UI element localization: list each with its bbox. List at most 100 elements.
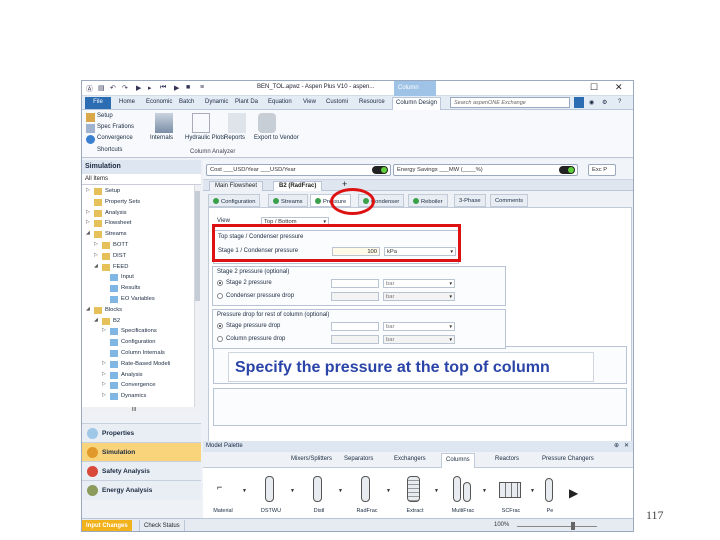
palette-item-material[interactable]: ⌐ Material ▼ [205, 474, 247, 516]
palette-pin-icon[interactable]: ⊕ [614, 442, 619, 449]
cost-switch-icon[interactable] [372, 166, 388, 174]
tab-configuration[interactable]: Configuration [208, 194, 261, 207]
tree-expander-icon[interactable]: ▷ [102, 360, 106, 366]
tab-dynamic[interactable]: Dynamic [205, 99, 228, 105]
tree-expander-icon[interactable]: ▷ [86, 209, 90, 215]
tree-expander-icon[interactable]: ◢ [86, 230, 90, 236]
tab-file[interactable]: File [85, 97, 111, 109]
condenser-drop-radio[interactable] [217, 293, 223, 299]
palette-tab-mixers[interactable]: Mixers/Splitters [291, 456, 332, 462]
tree-expander-icon[interactable]: ▷ [94, 252, 98, 258]
ribbon-reports[interactable]: Reports [224, 135, 245, 141]
nav-properties[interactable]: Properties [82, 423, 201, 443]
tree-expander-icon[interactable]: ▷ [94, 241, 98, 247]
stop-icon[interactable]: ■ [186, 84, 190, 91]
add-tab-button[interactable]: + [337, 178, 352, 189]
tree-expander-icon[interactable]: ▷ [86, 219, 90, 225]
stage-2-pressure-radio[interactable] [217, 280, 223, 286]
menu-icon[interactable]: ≡ [200, 84, 204, 91]
save-icon[interactable]: ▤ [98, 84, 105, 92]
next-icon[interactable]: ▸ [148, 84, 152, 92]
help-question-icon[interactable]: ? [618, 99, 621, 105]
tree-expander-icon[interactable]: ◢ [94, 263, 98, 269]
tree-hscrollbar[interactable]: III [82, 407, 201, 414]
tree-expander-icon[interactable]: ▷ [102, 381, 106, 387]
tree-expander-icon[interactable]: ▷ [102, 392, 106, 398]
zoom-slider-thumb[interactable] [571, 522, 575, 530]
reset-icon[interactable]: ⏮ [160, 84, 166, 92]
tree-expander-icon[interactable]: ▷ [86, 187, 90, 193]
step-icon[interactable]: ▶ [174, 84, 179, 92]
tab-plant-data[interactable]: Plant Da [235, 99, 258, 105]
ribbon-setup[interactable]: Setup [97, 113, 113, 119]
tab-batch[interactable]: Batch [179, 99, 194, 105]
help-icon[interactable]: ◉ [589, 99, 594, 106]
palette-tab-exchangers[interactable]: Exchangers [394, 456, 426, 462]
column-drop-input[interactable] [331, 335, 379, 344]
tab-streams[interactable]: Streams [268, 194, 308, 207]
check-status-button[interactable]: Check Status [139, 520, 185, 531]
stage-drop-input[interactable] [331, 322, 379, 331]
ribbon-internals[interactable]: Internals [150, 135, 173, 141]
palette-tab-reactors[interactable]: Reactors [495, 456, 519, 462]
tab-home[interactable]: Home [119, 99, 135, 105]
energy-switch-icon[interactable] [559, 166, 575, 174]
palette-next-icon[interactable]: ▶ [569, 486, 578, 500]
tab-column-design[interactable]: Column Design [392, 97, 442, 110]
chevron-down-icon[interactable]: ▼ [290, 488, 295, 494]
energy-toggle[interactable]: Energy Savings ___MW (____%) [393, 164, 578, 176]
column-drop-radio[interactable] [217, 336, 223, 342]
tree-scroll-thumb[interactable] [195, 191, 200, 301]
palette-tab-columns[interactable]: Columns [441, 453, 475, 468]
tab-comments[interactable]: Comments [490, 194, 529, 207]
close-button[interactable]: ✕ [615, 82, 623, 93]
chevron-down-icon[interactable]: ▼ [482, 488, 487, 494]
tree-expander-icon[interactable]: ▷ [102, 327, 106, 333]
doc-tab-main-flowsheet[interactable]: Main Flowsheet [209, 181, 264, 191]
nav-filter[interactable]: All Items [82, 174, 201, 185]
condenser-drop-input[interactable] [331, 292, 379, 301]
palette-tab-pressure-changers[interactable]: Pressure Changers [542, 456, 594, 462]
chevron-down-icon[interactable]: ▼ [434, 488, 439, 494]
search-icon[interactable] [574, 97, 584, 108]
chevron-down-icon[interactable]: ▼ [530, 488, 535, 494]
stage-drop-unit[interactable]: bar [383, 322, 455, 331]
chevron-down-icon[interactable]: ▼ [242, 488, 247, 494]
palette-item-scfrac[interactable]: SCFrac ▼ [493, 474, 535, 516]
palette-item-distl[interactable]: Distl ▼ [301, 474, 343, 516]
chevron-down-icon[interactable]: ▼ [386, 488, 391, 494]
nav-safety-analysis[interactable]: Safety Analysis [82, 461, 201, 481]
palette-item-dstwu[interactable]: DSTWU ▼ [253, 474, 295, 516]
input-changes-status[interactable]: Input Changes [82, 520, 132, 531]
tab-3-phase[interactable]: 3-Phase [454, 194, 486, 207]
palette-item-radfrac[interactable]: RadFrac ▼ [349, 474, 391, 516]
cost-toggle[interactable]: Cost ___USD/Year ___USD/Year [206, 164, 391, 176]
nav-energy-analysis[interactable]: Energy Analysis [82, 480, 201, 500]
nav-simulation[interactable]: Simulation [82, 442, 201, 462]
tab-economic[interactable]: Economic [146, 99, 172, 105]
zoom-slider-track[interactable] [517, 526, 597, 527]
ribbon-export-vendor[interactable]: Export to Vendor [254, 135, 299, 141]
restore-button[interactable]: ☐ [590, 82, 598, 93]
tab-customize[interactable]: Customi [326, 99, 348, 105]
ribbon-convergence[interactable]: Convergence [97, 135, 133, 141]
palette-tab-separators[interactable]: Separators [344, 456, 373, 462]
settings-icon[interactable]: ⚙ [602, 99, 607, 106]
palette-item-multifrac[interactable]: MultiFrac ▼ [445, 474, 487, 516]
stage-2-pressure-unit[interactable]: bar [383, 279, 455, 288]
palette-item-extract[interactable]: Extract ▼ [397, 474, 439, 516]
condenser-drop-unit[interactable]: bar [383, 292, 455, 301]
tab-view[interactable]: View [303, 99, 316, 105]
ribbon-spec-frations[interactable]: Spec Frations [97, 124, 134, 130]
stage-2-pressure-input[interactable] [331, 279, 379, 288]
chevron-down-icon[interactable]: ▼ [338, 488, 343, 494]
exchanger-toggle[interactable]: Exc P [588, 164, 616, 176]
column-drop-unit[interactable]: bar [383, 335, 455, 344]
stage-drop-radio[interactable] [217, 323, 223, 329]
tree-expander-icon[interactable]: ◢ [86, 306, 90, 312]
tab-resources[interactable]: Resource [359, 99, 385, 105]
ribbon-hydraulic-plots[interactable]: Hydraulic Plots [185, 135, 225, 141]
search-input[interactable]: Search aspenONE Exchange [450, 97, 570, 108]
undo-icon[interactable]: ↶ [110, 84, 116, 92]
doc-tab-b2-radfrac[interactable]: B2 (RadFrac) [273, 181, 323, 191]
